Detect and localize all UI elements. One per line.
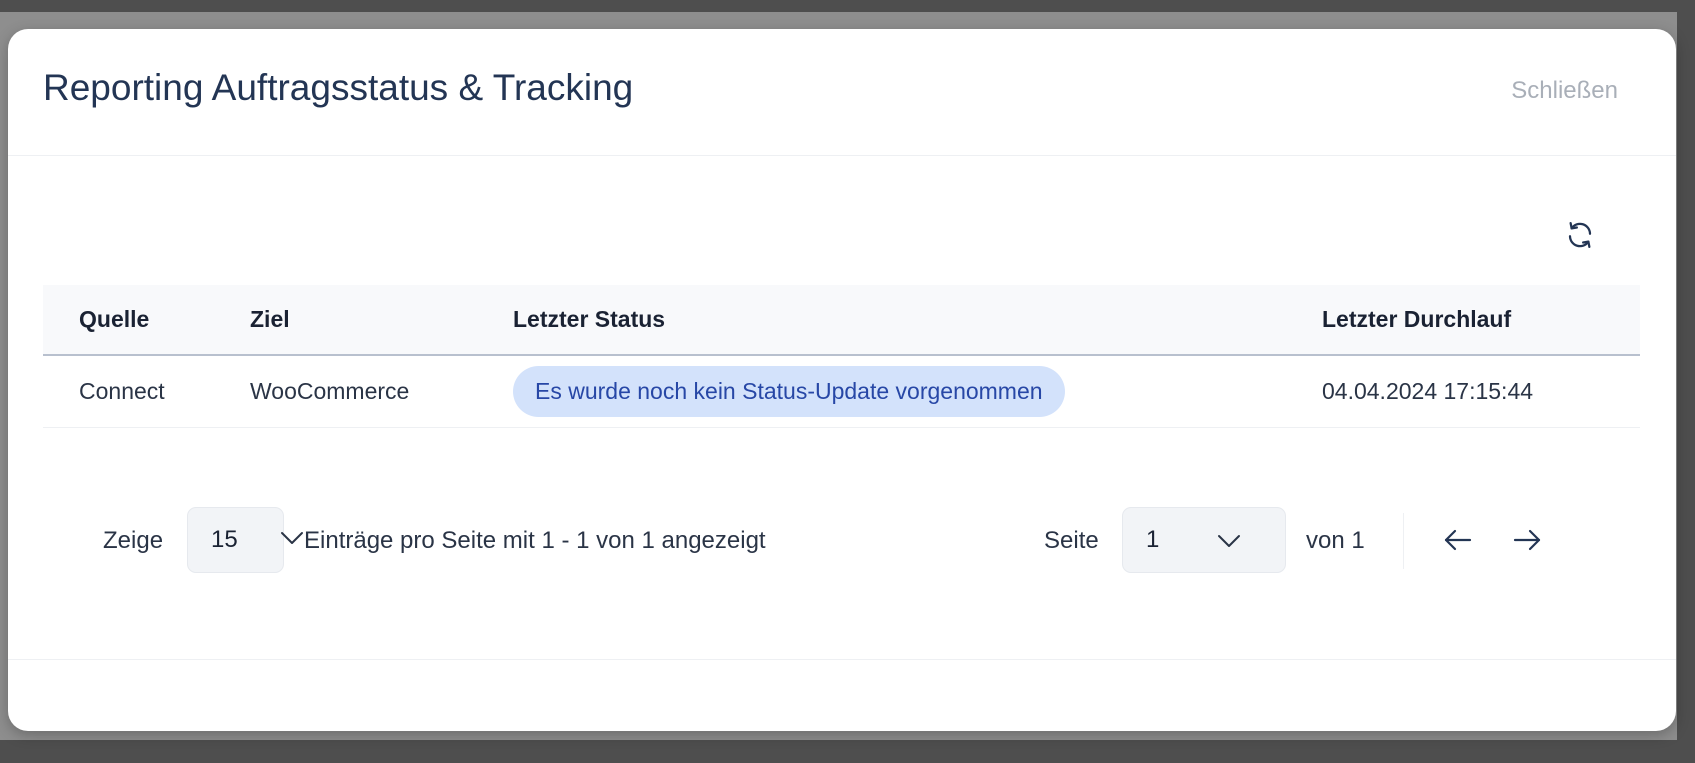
cell-status: Es wurde noch kein Status-Update vorgeno… bbox=[513, 355, 1322, 427]
backdrop-bottom bbox=[0, 740, 1695, 763]
reporting-modal: Reporting Auftragsstatus & Tracking Schl… bbox=[8, 29, 1676, 731]
modal-title: Reporting Auftragsstatus & Tracking bbox=[43, 67, 634, 108]
table-header-row: Quelle Ziel Letzter Status Letzter Durch… bbox=[43, 285, 1640, 355]
backdrop-right bbox=[1677, 0, 1695, 763]
status-badge: Es wurde noch kein Status-Update vorgeno… bbox=[513, 365, 1065, 417]
pagination-bar: Zeige 15 Einträge pro Seite mit 1 - 1 vo… bbox=[8, 507, 1676, 577]
current-page-value: 1 bbox=[1146, 526, 1160, 553]
table-row: Connect WooCommerce Es wurde noch kein S… bbox=[43, 355, 1640, 427]
previous-page-button[interactable] bbox=[1436, 519, 1480, 563]
column-header-last-run: Letzter Durchlauf bbox=[1322, 306, 1512, 332]
next-page-button[interactable] bbox=[1505, 519, 1549, 563]
chevron-down-icon[interactable] bbox=[279, 529, 305, 552]
modal-header: Reporting Auftragsstatus & Tracking Schl… bbox=[8, 29, 1676, 156]
status-table: Quelle Ziel Letzter Status Letzter Durch… bbox=[43, 285, 1640, 428]
cell-last-run: 04.04.2024 17:15:44 bbox=[1322, 377, 1534, 404]
arrow-right-icon bbox=[1512, 528, 1542, 555]
arrow-left-icon bbox=[1443, 528, 1473, 555]
column-header-target: Ziel bbox=[250, 306, 290, 332]
entries-info: Einträge pro Seite mit 1 - 1 von 1 angez… bbox=[304, 527, 766, 554]
modal-footer-divider bbox=[8, 659, 1676, 660]
chevron-down-icon bbox=[1216, 532, 1242, 555]
column-header-status: Letzter Status bbox=[513, 306, 666, 332]
backdrop-top bbox=[0, 0, 1695, 12]
refresh-icon bbox=[1565, 220, 1595, 253]
show-label: Zeige bbox=[103, 527, 164, 554]
cell-target: WooCommerce bbox=[250, 377, 410, 404]
page-label: Seite bbox=[1044, 527, 1099, 554]
page-select[interactable]: 1 bbox=[1122, 507, 1286, 573]
cell-source: Connect bbox=[79, 377, 165, 404]
total-pages: von 1 bbox=[1306, 527, 1365, 554]
page-size-select[interactable]: 15 bbox=[187, 507, 284, 573]
refresh-button[interactable] bbox=[1560, 216, 1600, 256]
close-button[interactable]: Schließen bbox=[1511, 77, 1618, 105]
pagination-divider bbox=[1403, 513, 1404, 569]
page-size-value: 15 bbox=[211, 526, 238, 553]
column-header-source: Quelle bbox=[79, 306, 150, 332]
